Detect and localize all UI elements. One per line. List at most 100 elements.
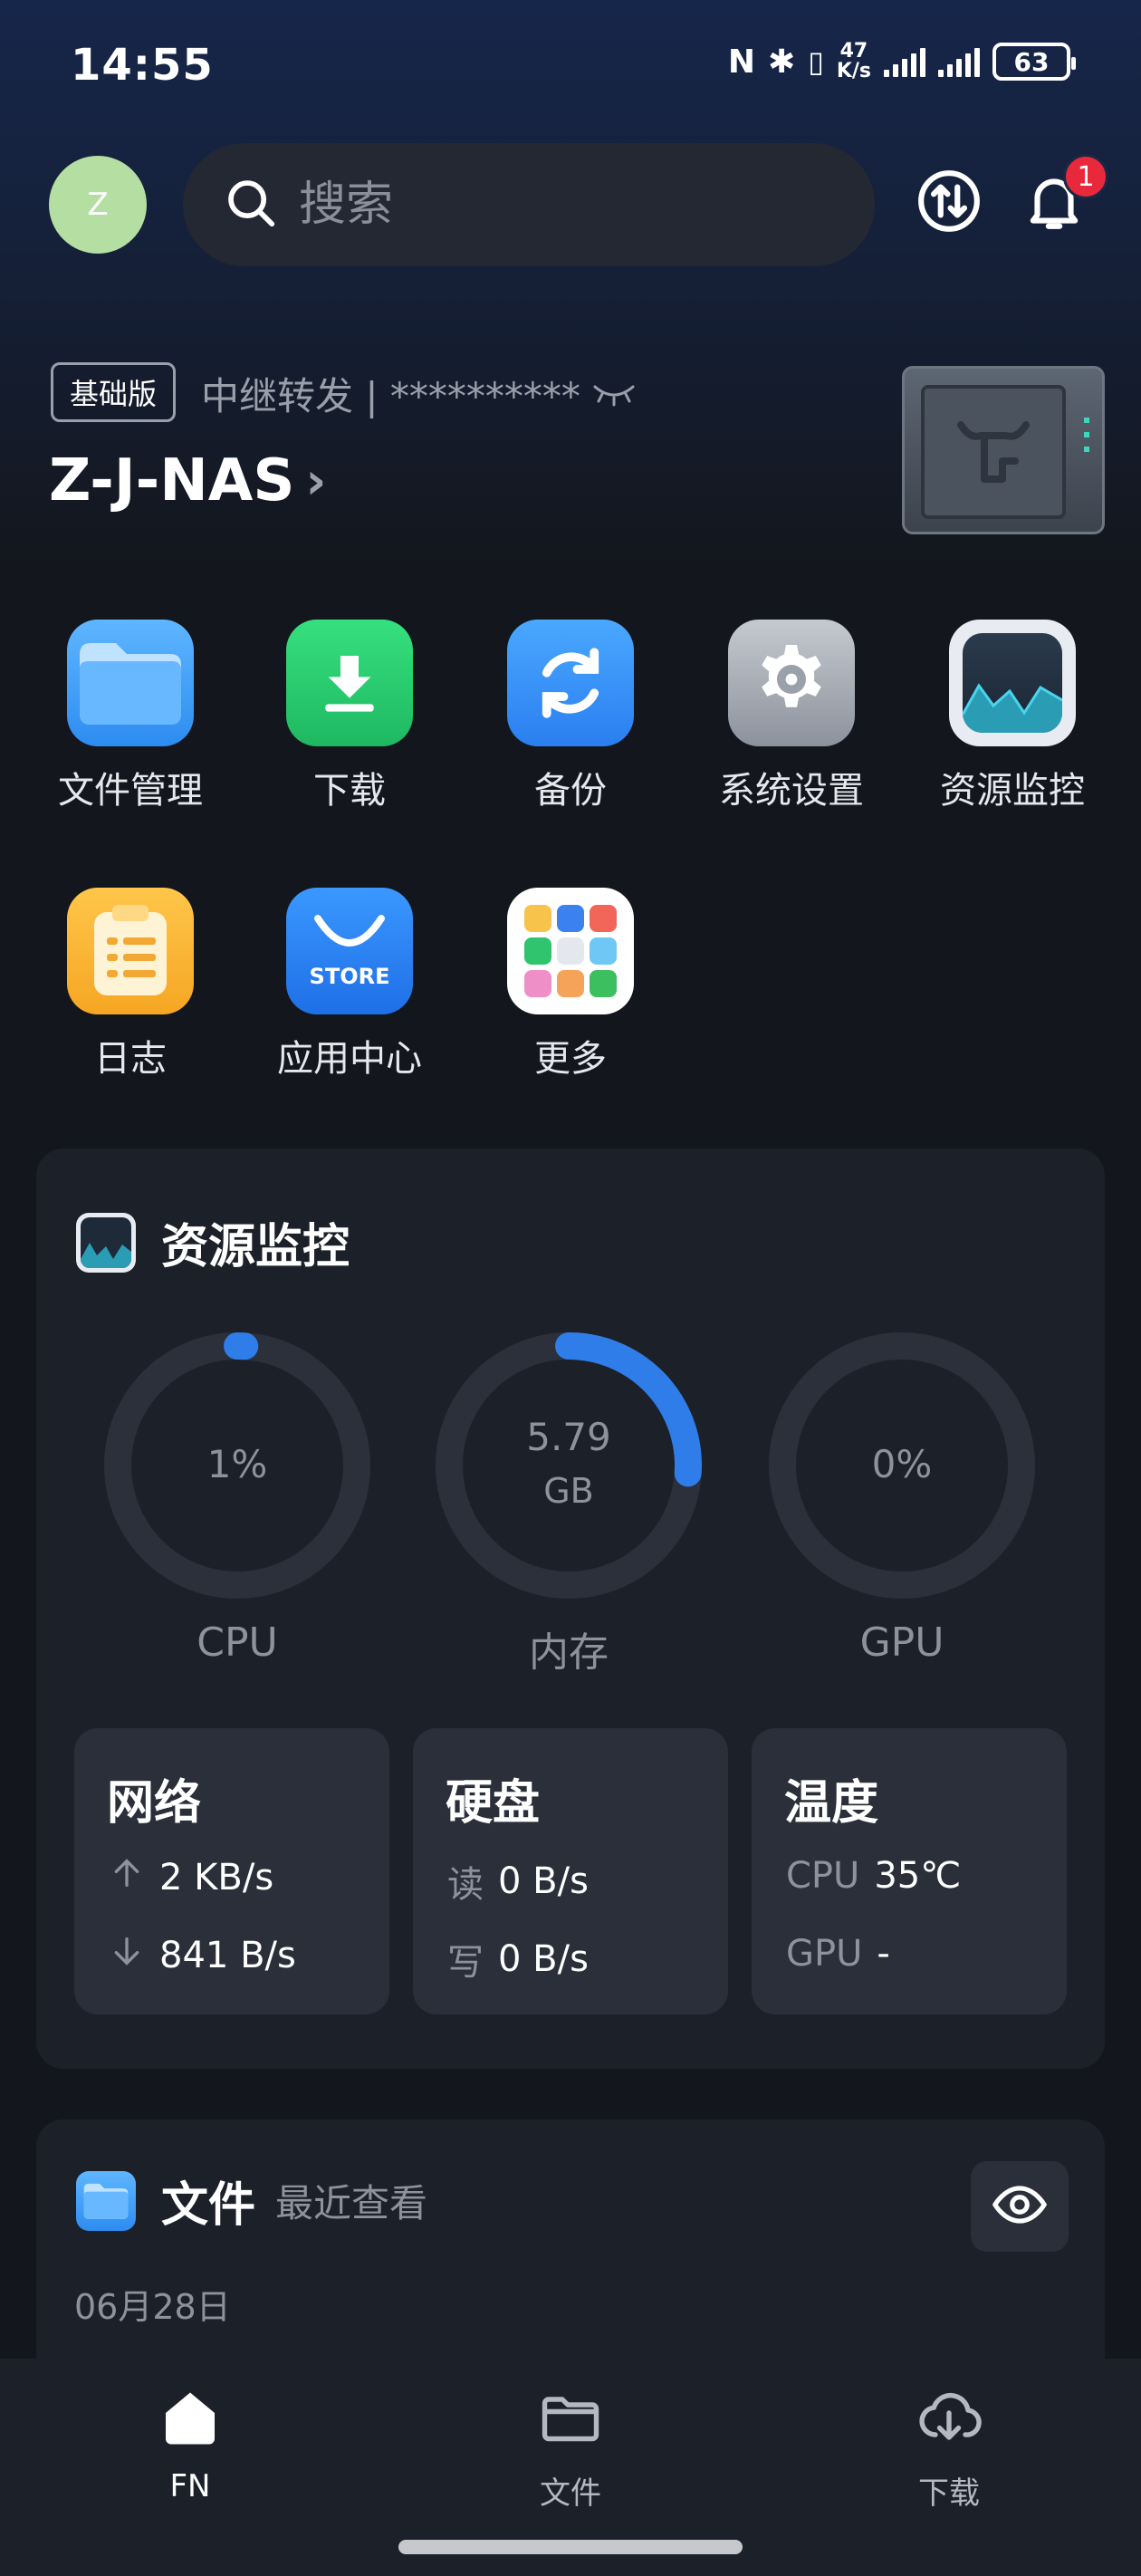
memory-value: 5.79 <box>526 1415 611 1459</box>
gpu-label: GPU <box>859 1620 944 1666</box>
nfc-icon: N <box>727 43 756 81</box>
download-icon <box>286 620 413 746</box>
gear-icon <box>728 620 855 746</box>
store-icon: STORE <box>286 888 413 1014</box>
transfer-button[interactable] <box>913 167 985 239</box>
disk-title: 硬盘 <box>446 1776 541 1831</box>
disk-write-label: 写 <box>447 1942 484 1984</box>
gpu-temp-label: GPU <box>786 1933 863 1975</box>
files-title: 文件 最近查看 <box>76 2167 427 2235</box>
vibrate-icon: ▯ <box>808 44 824 79</box>
chevron-right-icon: › <box>305 451 327 511</box>
app-download[interactable]: 下载 <box>259 620 440 813</box>
app-log[interactable]: 日志 <box>40 888 221 1081</box>
gpu-gauge: 0% <box>766 1330 1038 1601</box>
status-bar: 14:55 N ✱ ▯ 47 K/s 63 <box>0 0 1141 136</box>
disk-write: 0 B/s <box>498 1938 589 1980</box>
search-icon <box>223 175 279 235</box>
network-download: 841 B/s <box>159 1935 296 1976</box>
app-label: 应用中心 <box>277 1038 422 1080</box>
app-file-manager[interactable]: 文件管理 <box>40 620 221 813</box>
resource-monitor-title: 资源监控 <box>76 1208 350 1276</box>
eye-icon <box>992 2177 1048 2236</box>
app-resource-monitor[interactable]: 资源监控 <box>922 620 1103 813</box>
search-input[interactable] <box>299 178 752 232</box>
notification-badge: 1 <box>1063 154 1108 199</box>
clipboard-icon <box>67 888 194 1014</box>
home-icon <box>158 2386 223 2459</box>
nav-label: 下载 <box>918 2475 980 2512</box>
monitor-icon <box>949 620 1076 746</box>
memory-gauge: 5.79 GB <box>433 1330 705 1601</box>
app-label: 下载 <box>313 770 386 812</box>
card-title-text: 资源监控 <box>161 1220 350 1274</box>
files-title-text: 文件 <box>161 2178 256 2233</box>
cpu-temp-row: CPU 35℃ <box>786 1855 961 1897</box>
disk-read: 0 B/s <box>498 1860 589 1902</box>
nav-tab-download[interactable]: 下载 <box>858 2386 1040 2513</box>
disk-stats[interactable]: 硬盘 读 0 B/s 写 0 B/s <box>413 1728 728 2014</box>
folder-icon <box>76 2170 136 2231</box>
nav-label: 文件 <box>540 2475 601 2512</box>
cpu-temp-label: CPU <box>786 1855 860 1897</box>
visibility-toggle-button[interactable] <box>971 2161 1069 2252</box>
nas-device-image <box>902 366 1105 534</box>
monitor-icon <box>76 1212 136 1273</box>
network-upload-row: 2 KB/s <box>109 1855 273 1900</box>
app-backup[interactable]: 备份 <box>480 620 661 813</box>
relay-text: 中继转发 | ********** <box>201 374 580 418</box>
net-speed-unit: K/s <box>836 60 871 82</box>
status-icons: N ✱ ▯ 47 K/s 63 <box>727 42 1076 82</box>
battery-icon: 63 <box>992 43 1076 81</box>
net-speed: 47 K/s <box>837 42 871 82</box>
edition-badge: 基础版 <box>51 362 177 422</box>
cpu-value: 1% <box>206 1442 268 1486</box>
avatar[interactable]: Z <box>49 156 147 254</box>
nas-door <box>921 385 1066 519</box>
memory-unit: GB <box>543 1471 594 1511</box>
cpu-gauge: 1% <box>101 1330 373 1601</box>
nav-tab-home[interactable]: FN <box>100 2386 281 2504</box>
network-stats[interactable]: 网络 2 KB/s 841 B/s <box>74 1728 389 2014</box>
app-label: 文件管理 <box>58 770 203 812</box>
net-speed-value: 47 <box>839 40 868 62</box>
gpu-temp: - <box>877 1933 890 1975</box>
battery-level: 63 <box>1013 46 1050 77</box>
status-time: 14:55 <box>71 40 214 91</box>
app-more[interactable]: 更多 <box>480 888 661 1081</box>
files-date: 06月28日 <box>74 2287 231 2327</box>
eye-closed-icon[interactable] <box>591 371 637 416</box>
resource-monitor-card[interactable]: 资源监控 1% CPU 5.79 GB 内存 0% GPU 网络 2 KB/s <box>36 1149 1105 2069</box>
temperature-title: 温度 <box>784 1776 879 1831</box>
temperature-stats[interactable]: 温度 CPU 35℃ GPU - <box>752 1728 1067 2014</box>
disk-read-row: 读 0 B/s <box>447 1855 589 1908</box>
disk-read-label: 读 <box>447 1864 484 1906</box>
app-label: 资源监控 <box>940 770 1085 812</box>
signal-icon <box>884 46 925 77</box>
folder-outline-icon <box>538 2386 603 2459</box>
sync-icon <box>507 620 634 746</box>
memory-label: 内存 <box>529 1629 609 1676</box>
device-name-link[interactable]: Z-J-NAS › <box>49 447 326 514</box>
app-label: 系统设置 <box>719 770 864 812</box>
app-store[interactable]: STORE 应用中心 <box>259 888 440 1081</box>
app-label: 备份 <box>534 770 607 812</box>
store-icon-text: STORE <box>309 964 390 989</box>
network-title: 网络 <box>107 1776 202 1831</box>
search-bar[interactable] <box>183 143 875 266</box>
cloud-download-icon <box>916 2386 982 2459</box>
relay-info: 中继转发 | ********** <box>201 366 637 421</box>
arrow-up-icon <box>109 1855 145 1900</box>
arrow-down-icon <box>109 1933 145 1978</box>
nav-tab-files[interactable]: 文件 <box>480 2386 661 2513</box>
disk-write-row: 写 0 B/s <box>447 1933 589 1985</box>
gpu-temp-row: GPU - <box>786 1933 890 1975</box>
home-indicator <box>398 2540 743 2554</box>
nav-label: FN <box>169 2468 211 2504</box>
transfer-icon <box>916 168 983 238</box>
device-name: Z-J-NAS <box>49 447 295 514</box>
app-label: 更多 <box>534 1038 607 1080</box>
notification-button[interactable]: 1 <box>1018 154 1108 239</box>
app-system-settings[interactable]: 系统设置 <box>701 620 882 813</box>
folder-icon <box>67 620 194 746</box>
